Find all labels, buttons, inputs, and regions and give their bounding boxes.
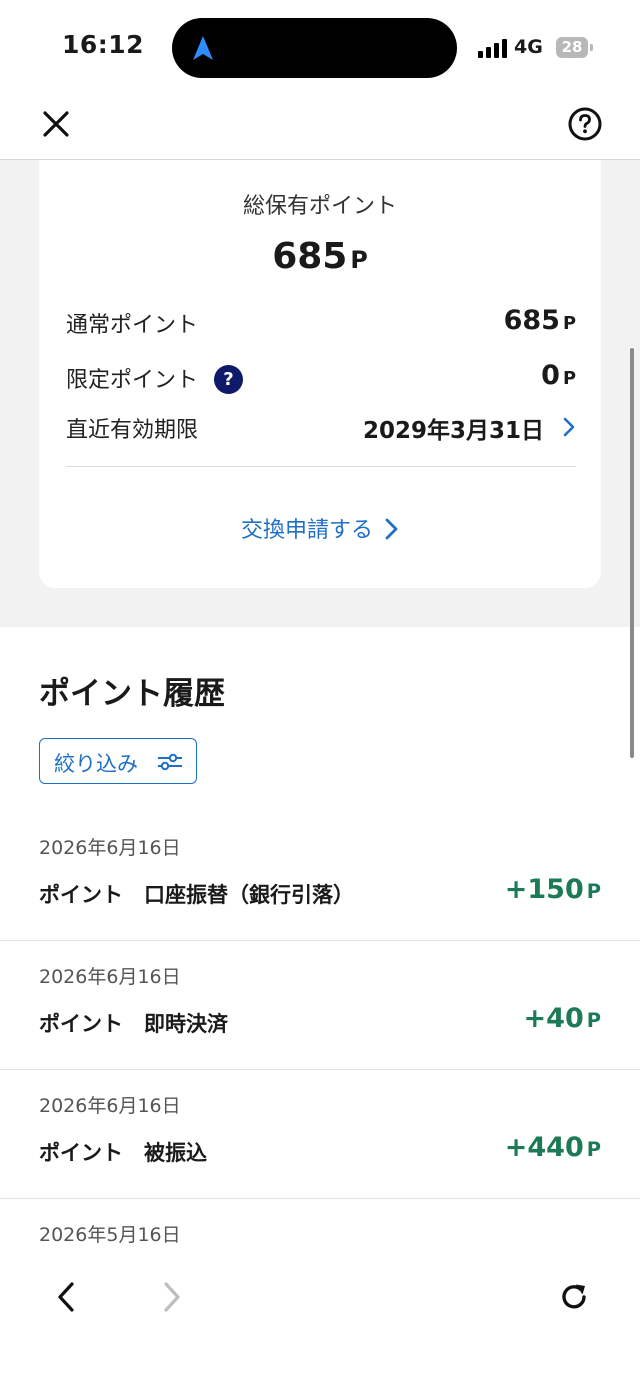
bottom-toolbar: [0, 1255, 640, 1387]
history-amount: +150 P: [504, 874, 601, 905]
chevron-right-icon: [385, 518, 398, 540]
back-button[interactable]: [46, 1277, 86, 1317]
point-unit: P: [350, 246, 368, 274]
forward-button[interactable]: [152, 1277, 192, 1317]
total-points-label: 総保有ポイント: [242, 194, 397, 219]
history-item[interactable]: 2026年6月16日 ポイント 即時決済 +40 P: [0, 940, 640, 1070]
filter-icon: [158, 753, 182, 771]
history-date: 2026年5月16日: [39, 1224, 181, 1246]
scrollbar[interactable]: [630, 348, 634, 758]
navigation-arrow-icon: [193, 36, 213, 60]
expiry-value: 2029年3月31日: [362, 418, 544, 444]
reload-icon: [562, 1284, 586, 1309]
normal-points-value: 685 P: [503, 305, 576, 336]
status-bar: 16:12 4G 28: [0, 0, 640, 96]
limited-points-label: 限定ポイント: [66, 368, 199, 393]
header: [0, 96, 640, 160]
help-button[interactable]: [566, 105, 604, 143]
dynamic-island: [172, 18, 457, 78]
history-description: ポイント 被振込: [39, 1141, 207, 1165]
summary-section: 総保有ポイント 685 P 通常ポイント 685 P 限定ポイント ? 0P 直近有…: [0, 160, 640, 627]
filter-button[interactable]: 絞り込み: [39, 738, 197, 784]
history-date: 2026年6月16日: [39, 966, 181, 988]
history-description: ポイント 即時決済: [39, 1012, 228, 1036]
total-points-value: 685 P: [272, 236, 368, 277]
forward-icon: [164, 1282, 180, 1312]
exchange-request-link[interactable]: 交換申請する: [39, 512, 601, 544]
battery-nub: [590, 44, 593, 51]
history-description: ポイント 口座振替（銀行引落）: [39, 883, 354, 907]
signal-icon: [478, 38, 510, 58]
history-title: ポイント履歴: [39, 676, 225, 712]
normal-points-row: 通常ポイント 685 P: [66, 305, 576, 339]
expiry-row[interactable]: 直近有効期限 2029年3月31日: [66, 410, 576, 444]
limited-points-value: 0P: [541, 360, 576, 391]
battery-icon: 28: [556, 37, 588, 58]
history-amount: +40 P: [523, 1003, 601, 1034]
history-item[interactable]: 2026年6月16日 ポイント 口座振替（銀行引落） +150 P: [0, 811, 640, 941]
help-icon: [568, 107, 602, 141]
points-card: 総保有ポイント 685 P 通常ポイント 685 P 限定ポイント ? 0P 直近有…: [39, 160, 601, 588]
history-date: 2026年6月16日: [39, 837, 181, 859]
back-icon: [58, 1282, 74, 1312]
battery-level: 28: [561, 38, 583, 56]
reload-button[interactable]: [554, 1277, 594, 1317]
chevron-right-icon: [563, 417, 575, 437]
limited-points-help-icon[interactable]: ?: [214, 365, 243, 394]
normal-points-label: 通常ポイント: [66, 313, 199, 338]
expiry-label: 直近有効期限: [66, 418, 199, 443]
history-item[interactable]: 2026年6月16日 ポイント 被振込 +440 P: [0, 1069, 640, 1199]
history-amount: +440 P: [504, 1132, 601, 1163]
card-divider: [66, 466, 576, 467]
close-icon: [43, 111, 69, 137]
status-time: 16:12: [62, 30, 145, 59]
close-button[interactable]: [38, 106, 74, 142]
history-date: 2026年6月16日: [39, 1095, 181, 1117]
network-type: 4G: [514, 36, 543, 58]
limited-points-row: 限定ポイント ? 0P: [66, 360, 576, 394]
filter-label: 絞り込み: [54, 752, 138, 776]
